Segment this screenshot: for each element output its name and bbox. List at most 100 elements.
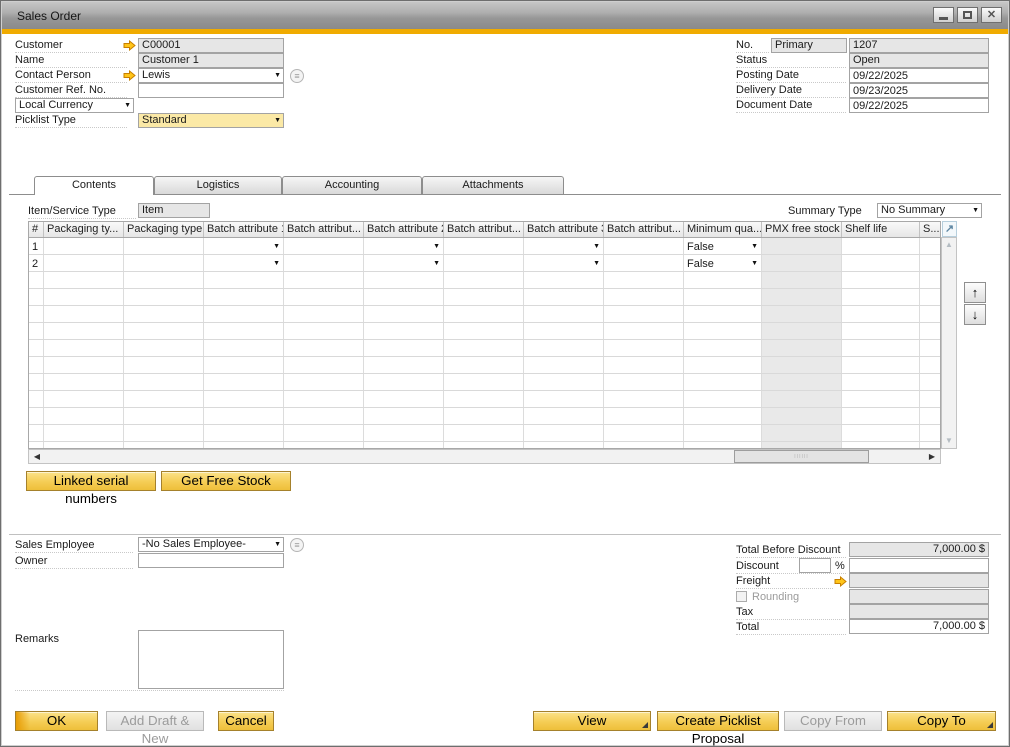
table-cell[interactable] [204,374,284,390]
table-cell[interactable] [284,374,364,390]
name-field[interactable]: Customer 1 [138,53,284,68]
table-cell[interactable] [762,374,842,390]
table-cell[interactable] [364,374,444,390]
table-cell[interactable] [842,408,920,424]
table-cell[interactable] [29,357,44,373]
table-cell[interactable] [762,272,842,288]
table-cell[interactable] [44,255,124,271]
table-cell[interactable] [364,340,444,356]
add-draft-new-button[interactable]: Add Draft & New [106,711,204,731]
table-cell[interactable] [29,408,44,424]
table-cell[interactable] [124,442,204,449]
sales-employee-combo[interactable]: -No Sales Employee- ▼ [138,537,284,552]
table-cell[interactable] [204,289,284,305]
table-cell[interactable] [284,408,364,424]
table-cell[interactable] [284,340,364,356]
table-cell[interactable] [204,323,284,339]
table-cell[interactable] [444,374,524,390]
table-cell[interactable] [29,289,44,305]
table-cell[interactable] [684,442,762,449]
table-cell[interactable] [762,442,842,449]
table-cell[interactable] [842,340,920,356]
table-cell[interactable]: ▼ [524,255,604,271]
table-cell[interactable] [524,272,604,288]
table-cell[interactable] [444,425,524,441]
table-cell[interactable] [762,391,842,407]
table-cell[interactable] [444,306,524,322]
scroll-down-icon[interactable]: ▼ [942,434,956,448]
table-cell[interactable] [204,357,284,373]
rounding-checkbox[interactable] [736,591,747,602]
contact-list-circle-icon[interactable]: ≡ [290,69,304,83]
table-cell[interactable] [524,306,604,322]
table-cell[interactable]: False▼ [684,238,762,254]
table-cell[interactable] [684,272,762,288]
table-cell[interactable] [44,391,124,407]
table-cell[interactable] [29,442,44,449]
view-button[interactable]: View [533,711,651,731]
copy-from-button[interactable]: Copy From [784,711,882,731]
table-cell[interactable] [684,408,762,424]
customer-field[interactable]: C00001 [138,38,284,53]
table-cell[interactable] [124,238,204,254]
table-cell[interactable] [524,289,604,305]
table-cell[interactable] [204,408,284,424]
table-cell[interactable] [44,306,124,322]
table-cell[interactable] [284,425,364,441]
table-cell[interactable] [842,255,920,271]
table-cell[interactable] [842,306,920,322]
table-cell[interactable] [604,408,684,424]
discount-percent-input[interactable] [799,558,831,573]
table-cell[interactable] [124,374,204,390]
table-cell[interactable] [920,357,941,373]
table-cell[interactable] [684,425,762,441]
table-cell[interactable]: ▼ [204,238,284,254]
table-cell[interactable] [684,357,762,373]
table-cell[interactable] [920,391,941,407]
table-cell[interactable] [29,272,44,288]
table-cell[interactable] [762,340,842,356]
table-cell[interactable] [684,391,762,407]
table-cell[interactable] [364,391,444,407]
table-cell[interactable] [124,323,204,339]
scroll-right-icon[interactable]: ▶ [925,450,939,463]
table-cell[interactable] [44,238,124,254]
table-cell[interactable] [44,442,124,449]
currency-combo[interactable]: Local Currency ▼ [15,98,134,113]
table-cell[interactable] [604,374,684,390]
table-cell[interactable] [444,408,524,424]
table-cell[interactable] [364,289,444,305]
table-cell[interactable] [204,340,284,356]
table-cell[interactable]: ▼ [364,238,444,254]
table-cell[interactable] [684,323,762,339]
get-free-stock-button[interactable]: Get Free Stock [161,471,291,491]
owner-input[interactable] [138,553,284,568]
vertical-scrollbar[interactable]: ▲ ▼ [941,237,957,449]
table-cell[interactable] [842,323,920,339]
table-cell[interactable] [762,289,842,305]
remarks-textarea[interactable] [138,630,284,689]
table-cell[interactable] [444,289,524,305]
table-cell[interactable] [44,272,124,288]
table-cell[interactable] [842,442,920,449]
table-cell[interactable] [524,323,604,339]
table-cell[interactable] [124,306,204,322]
table-cell[interactable] [604,255,684,271]
table-cell[interactable]: ▼ [364,255,444,271]
table-cell[interactable] [124,425,204,441]
horizontal-scrollbar[interactable]: ◀ ▶ ∷∷∷ [28,449,941,464]
sales-employee-list-circle-icon[interactable]: ≡ [290,538,304,552]
table-cell[interactable] [604,391,684,407]
table-cell[interactable] [44,425,124,441]
table-cell[interactable] [762,238,842,254]
table-cell[interactable] [44,323,124,339]
table-cell[interactable] [124,340,204,356]
table-cell[interactable] [604,425,684,441]
expand-table-icon[interactable]: ↗ [942,221,957,237]
table-cell[interactable] [284,238,364,254]
table-cell[interactable] [44,340,124,356]
table-cell[interactable] [364,272,444,288]
table-cell[interactable] [842,425,920,441]
table-cell[interactable] [762,255,842,271]
table-cell[interactable] [444,272,524,288]
